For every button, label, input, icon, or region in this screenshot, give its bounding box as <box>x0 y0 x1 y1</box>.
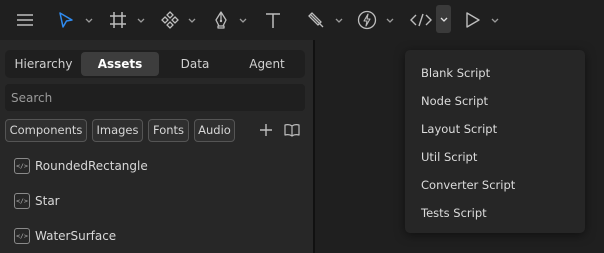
lightning-icon[interactable] <box>357 0 377 40</box>
script-file-icon: </> <box>14 228 30 244</box>
list-item[interactable]: </> WaterSurface <box>14 226 304 246</box>
asset-label: RoundedRectangle <box>35 159 148 173</box>
brush-icon[interactable] <box>306 0 326 40</box>
search-box <box>5 84 305 111</box>
menu-item-tests-script[interactable]: Tests Script <box>421 203 487 223</box>
code-icon[interactable] <box>409 0 433 40</box>
top-toolbar <box>0 0 604 40</box>
chevron-down-icon[interactable] <box>335 16 343 24</box>
menu-item-util-script[interactable]: Util Script <box>421 147 477 167</box>
script-file-icon: </> <box>14 158 30 174</box>
filter-audio[interactable]: Audio <box>194 119 235 142</box>
components-icon[interactable] <box>160 0 180 40</box>
tab-agent[interactable]: Agent <box>231 52 303 76</box>
panel-tabs: Hierarchy Assets Data Agent <box>5 50 305 78</box>
filter-components[interactable]: Components <box>5 119 87 142</box>
menu-item-blank-script[interactable]: Blank Script <box>421 63 490 83</box>
chevron-down-icon[interactable] <box>386 16 394 24</box>
filter-images[interactable]: Images <box>92 119 143 142</box>
tab-data[interactable]: Data <box>160 52 230 76</box>
new-script-menu: Blank Script Node Script Layout Script U… <box>405 50 585 233</box>
menu-icon[interactable] <box>14 0 36 40</box>
asset-label: Star <box>35 194 60 208</box>
chevron-down-icon <box>440 17 447 22</box>
list-item[interactable]: </> RoundedRectangle <box>14 156 304 176</box>
filter-fonts[interactable]: Fonts <box>148 119 189 142</box>
pointer-icon[interactable] <box>56 0 76 40</box>
menu-item-converter-script[interactable]: Converter Script <box>421 175 515 195</box>
asset-label: WaterSurface <box>35 229 117 243</box>
chevron-down-icon[interactable] <box>137 16 145 24</box>
chevron-down-icon[interactable] <box>85 16 93 24</box>
text-icon[interactable] <box>262 0 284 40</box>
play-icon[interactable] <box>463 0 483 40</box>
code-dropdown-toggle[interactable] <box>436 5 451 33</box>
chevron-down-icon[interactable] <box>491 16 499 24</box>
book-icon[interactable] <box>282 120 302 140</box>
add-icon[interactable] <box>256 120 276 140</box>
tab-assets[interactable]: Assets <box>81 52 159 76</box>
chevron-down-icon[interactable] <box>239 16 247 24</box>
tab-hierarchy[interactable]: Hierarchy <box>7 52 80 76</box>
search-input[interactable] <box>5 84 305 111</box>
chevron-down-icon[interactable] <box>188 16 196 24</box>
pen-icon[interactable] <box>211 0 231 40</box>
frame-icon[interactable] <box>108 0 128 40</box>
script-file-icon: </> <box>14 193 30 209</box>
menu-item-node-script[interactable]: Node Script <box>421 91 488 111</box>
menu-item-layout-script[interactable]: Layout Script <box>421 119 497 139</box>
assets-panel: Hierarchy Assets Data Agent Components I… <box>0 40 313 253</box>
list-item[interactable]: </> Star <box>14 191 304 211</box>
